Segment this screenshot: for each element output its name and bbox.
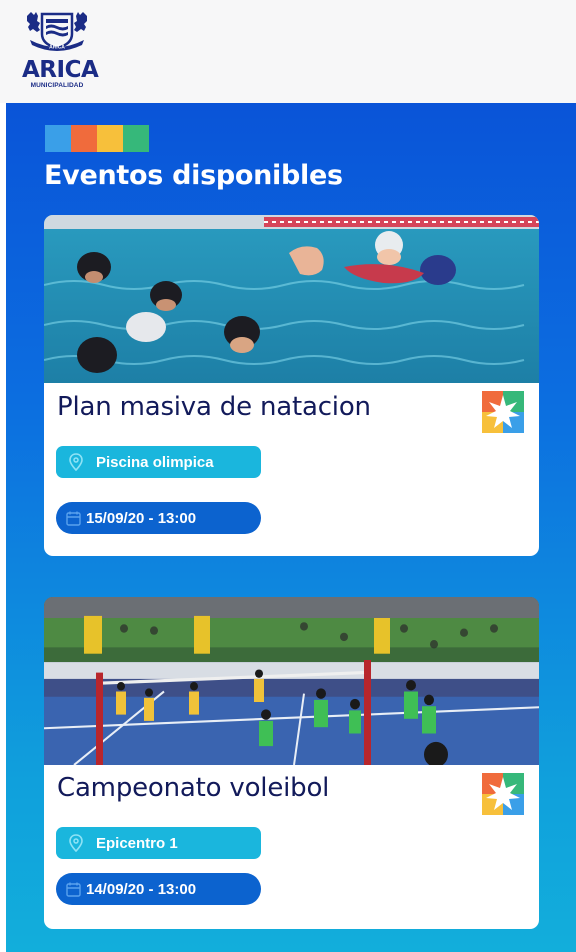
sun-badge-icon xyxy=(482,773,524,815)
municipal-crest-icon: ARICA xyxy=(27,12,87,51)
event-title[interactable]: Campeonato voleibol xyxy=(57,773,329,803)
event-title[interactable]: Plan masiva de natacion xyxy=(57,392,371,422)
volleyball-court-photo xyxy=(44,597,539,765)
stripe-blue xyxy=(45,125,71,152)
stripe-green xyxy=(123,125,149,152)
location-pin-icon xyxy=(69,453,83,472)
event-card[interactable]: Plan masiva de natacion Piscina olimpica… xyxy=(44,215,539,556)
date-label: 14/09/20 - 13:00 xyxy=(86,880,197,898)
stripe-orange xyxy=(71,125,97,152)
location-label: Epicentro 1 xyxy=(96,834,178,852)
color-stripe xyxy=(45,125,149,152)
brand-subtitle: MUNICIPALIDAD xyxy=(30,82,84,89)
date-tag[interactable]: 15/09/20 - 13:00 xyxy=(56,502,261,534)
calendar-icon xyxy=(66,882,81,897)
date-label: 15/09/20 - 13:00 xyxy=(86,509,197,527)
location-pin-icon xyxy=(69,834,83,853)
stripe-yellow xyxy=(97,125,123,152)
date-tag[interactable]: 14/09/20 - 13:00 xyxy=(56,873,261,905)
event-card[interactable]: Campeonato voleibol Epicentro 1 14/09/20… xyxy=(44,597,539,929)
brand-name: ARICA xyxy=(22,57,99,83)
section-title: Eventos disponibles xyxy=(44,160,343,191)
sun-badge-icon xyxy=(482,391,524,433)
app-header: ARICA ARICA MUNICIPALIDAD xyxy=(0,0,576,103)
calendar-icon xyxy=(66,511,81,526)
events-section: Eventos disponibles Plan masiva de natac… xyxy=(6,103,576,952)
arica-logo[interactable]: ARICA ARICA MUNICIPALIDAD xyxy=(22,10,99,92)
location-tag[interactable]: Piscina olimpica xyxy=(56,446,261,478)
location-label: Piscina olimpica xyxy=(96,453,214,471)
swimming-pool-photo xyxy=(44,215,539,383)
svg-text:ARICA: ARICA xyxy=(49,45,65,51)
location-tag[interactable]: Epicentro 1 xyxy=(56,827,261,859)
